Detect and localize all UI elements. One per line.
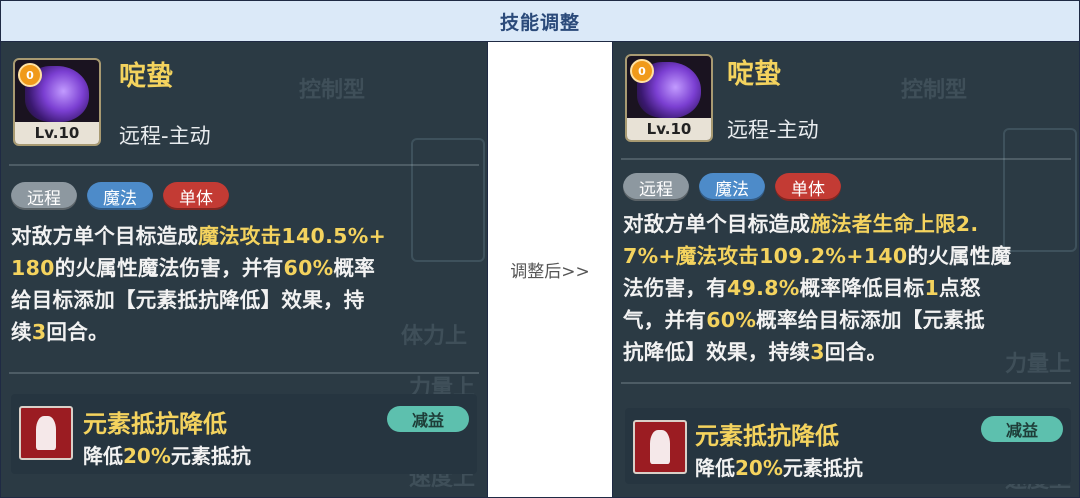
- description-text: 概率: [333, 256, 376, 280]
- skill-description: 对敌方单个目标造成魔法攻击140.5%+ 180的火属性魔法伤害，并有60%概率给…: [11, 220, 481, 348]
- divider: [621, 382, 1071, 384]
- description-text: 的火属性魔法伤害，并有: [54, 256, 284, 280]
- description-text: 概率给目标添加【元素抵: [756, 308, 985, 332]
- divider: [9, 372, 479, 374]
- divider: [9, 164, 479, 166]
- description-text: 点怒: [939, 276, 981, 300]
- skill-type: 远程-主动: [119, 124, 211, 148]
- tag-ranged: 远程: [11, 182, 77, 210]
- after-skill-card: 控制型 力量上 速度上 0 Lv.10 啶蛰 远程-主动 远程 魔法 单体 对敌…: [613, 42, 1079, 497]
- skill-name: 啶蛰: [727, 59, 781, 90]
- description-text: 法伤害，有: [623, 276, 727, 300]
- tag-single-target: 单体: [163, 182, 229, 210]
- description-line: 7%+魔法攻击109.2%+140的火属性魔: [623, 240, 1073, 272]
- description-text: 抗降低】效果，持续: [623, 340, 811, 364]
- description-text: 回合。: [46, 320, 109, 344]
- description-text: 给目标添加【元素抵抗降低】效果，持: [11, 288, 365, 312]
- description-line: 气，并有60%概率给目标添加【元素抵: [623, 304, 1073, 336]
- highlighted-value: 7%+魔法攻击109.2%+140: [623, 244, 908, 268]
- highlighted-value: 60%: [706, 308, 757, 332]
- order-badge: 0: [18, 63, 42, 87]
- description-line: 180的火属性魔法伤害，并有60%概率: [11, 252, 481, 284]
- skill-description: 对敌方单个目标造成施法者生命上限2. 7%+魔法攻击109.2%+140的火属性魔…: [623, 208, 1073, 368]
- before-cell: 控制型 体力上 力量上 速度上 0 Lv.10 啶蛰 远程-主动 远程 魔法 单…: [1, 42, 488, 497]
- description-line: 法伤害，有49.8%概率降低目标1点怒: [623, 272, 1073, 304]
- description-line: 对敌方单个目标造成施法者生命上限2.: [623, 208, 1073, 240]
- skill-type: 远程-主动: [727, 118, 819, 142]
- description-line: 续3回合。: [11, 316, 481, 348]
- after-cell: 控制型 力量上 速度上 0 Lv.10 啶蛰 远程-主动 远程 魔法 单体 对敌…: [613, 42, 1079, 497]
- highlighted-value: 1: [924, 276, 940, 300]
- comparison-table: 技能调整 控制型 体力上 力量上 速度上 0 Lv.10 啶蛰 远程-主动 远程…: [0, 0, 1080, 498]
- bg-text: 控制型: [299, 78, 366, 103]
- highlighted-value: 60%: [283, 256, 334, 280]
- skill-tags: 远程 魔法 单体: [11, 182, 229, 210]
- before-skill-card: 控制型 体力上 力量上 速度上 0 Lv.10 啶蛰 远程-主动 远程 魔法 单…: [1, 42, 487, 497]
- debuff-tag: 减益: [981, 416, 1063, 442]
- description-text: 续: [11, 320, 32, 344]
- description-text: 气，并有: [623, 308, 707, 332]
- highlighted-value: 180: [11, 256, 55, 280]
- description-text: 对敌方单个目标造成: [11, 224, 199, 248]
- effect-name: 元素抵抗降低: [695, 422, 839, 450]
- highlighted-value: 施法者生命上限2.: [810, 212, 979, 236]
- middle-cell: 调整后>>: [488, 42, 613, 497]
- effect-description: 降低20%元素抵抗: [695, 456, 863, 480]
- order-badge: 0: [630, 59, 654, 83]
- description-line: 对敌方单个目标造成魔法攻击140.5%+: [11, 220, 481, 252]
- effect-name: 元素抵抗降低: [83, 410, 227, 438]
- tag-ranged: 远程: [623, 173, 689, 201]
- description-text: 概率降低目标: [799, 276, 925, 300]
- description-text: 的火属性魔: [907, 244, 1012, 268]
- table-header: 技能调整: [1, 1, 1079, 42]
- adjusted-label: 调整后>>: [510, 262, 590, 282]
- header-title: 技能调整: [499, 11, 580, 34]
- description-line: 给目标添加【元素抵抗降低】效果，持: [11, 284, 481, 316]
- level-label: Lv.10: [15, 122, 99, 144]
- tag-magic: 魔法: [87, 182, 153, 210]
- description-line: 抗降低】效果，持续3回合。: [623, 336, 1073, 368]
- effect-panel: 元素抵抗降低 降低20%元素抵抗 减益: [625, 408, 1071, 484]
- skill-name: 啶蛰: [119, 61, 173, 92]
- effect-description: 降低20%元素抵抗: [83, 444, 251, 468]
- description-text: 对敌方单个目标造成: [623, 212, 811, 236]
- bg-text: 控制型: [901, 78, 968, 103]
- debuff-figure-icon: [633, 420, 687, 474]
- divider: [621, 158, 1071, 160]
- debuff-tag: 减益: [387, 406, 469, 432]
- highlighted-value: 3: [31, 320, 47, 344]
- skill-tags: 远程 魔法 单体: [623, 173, 841, 201]
- highlighted-value: 魔法攻击140.5%+: [198, 224, 387, 248]
- tag-single-target: 单体: [775, 173, 841, 201]
- highlighted-value: 3: [810, 340, 825, 364]
- skill-icon: 0 Lv.10: [13, 58, 101, 146]
- skill-icon: 0 Lv.10: [625, 54, 713, 142]
- debuff-figure-icon: [19, 406, 73, 460]
- description-text: 回合。: [824, 340, 888, 364]
- effect-panel: 元素抵抗降低 降低20%元素抵抗 减益: [11, 394, 477, 474]
- level-label: Lv.10: [627, 118, 711, 140]
- tag-magic: 魔法: [699, 173, 765, 201]
- highlighted-value: 49.8%: [727, 276, 800, 300]
